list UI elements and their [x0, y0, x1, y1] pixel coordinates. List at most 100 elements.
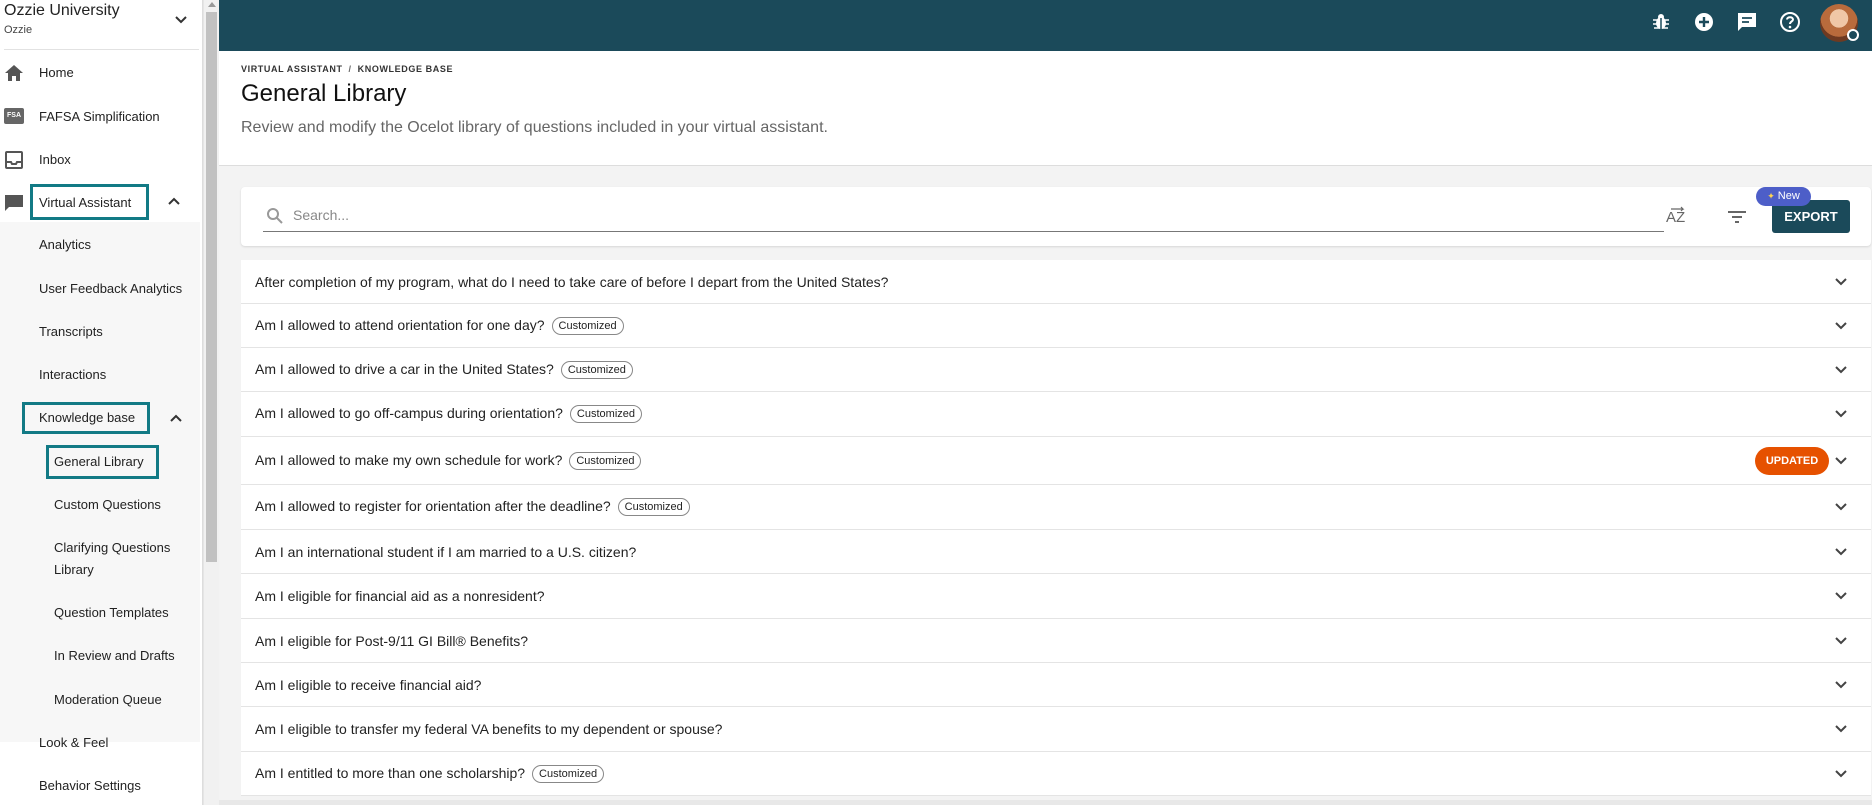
chevron-down-icon	[175, 16, 187, 24]
search-field[interactable]	[263, 199, 1664, 232]
sidebar-scroll-thumb[interactable]	[206, 12, 217, 562]
question-text: After completion of my program, what do …	[255, 274, 888, 290]
scroll-up-arrow[interactable]	[208, 2, 216, 7]
question-row[interactable]: Am I eligible for financial aid as a non…	[241, 574, 1871, 619]
customized-badge: Customized	[617, 498, 690, 516]
question-label: Am I allowed to drive a car in the Unite…	[255, 360, 554, 377]
page-description: Review and modify the Ocelot library of …	[241, 119, 828, 136]
breadcrumb-virtual-assistant[interactable]: VIRTUAL ASSISTANT	[241, 64, 343, 74]
chevron-down-icon[interactable]	[1835, 456, 1847, 465]
question-text: Am I eligible for financial aid as a non…	[255, 588, 545, 604]
question-text: Am I entitled to more than one scholarsh…	[255, 764, 605, 783]
question-label: Am I eligible for financial aid as a non…	[255, 588, 545, 604]
help-icon[interactable]	[1779, 11, 1801, 33]
sidebar-scrollbar[interactable]	[203, 0, 219, 805]
nav-look-feel[interactable]: Look & Feel	[39, 732, 108, 754]
nav-custom-questions[interactable]: Custom Questions	[54, 494, 161, 516]
nav-fafsa[interactable]: FSA FAFSA Simplification	[0, 99, 200, 133]
sort-az-button[interactable]: AZ	[1665, 204, 1693, 228]
question-row[interactable]: Am I allowed to drive a car in the Unite…	[241, 348, 1871, 392]
breadcrumb: VIRTUAL ASSISTANT / KNOWLEDGE BASE	[241, 64, 453, 74]
sort-az-icon: AZ	[1666, 206, 1685, 226]
nav-behavior-settings[interactable]: Behavior Settings	[39, 775, 141, 797]
chevron-down-icon[interactable]	[1835, 592, 1847, 600]
chevron-down-icon[interactable]	[1835, 547, 1847, 556]
question-label: After completion of my program, what do …	[255, 273, 889, 290]
question-label: Am I eligible for Post-9/11 GI Bill® Ben…	[255, 632, 529, 649]
chevron-down-icon[interactable]	[1835, 680, 1847, 689]
page-header: VIRTUAL ASSISTANT / KNOWLEDGE BASE General…	[219, 51, 1872, 166]
inbox-icon	[5, 151, 23, 169]
question-label: Am I allowed to make my own schedule for…	[255, 451, 563, 468]
chevron-down-icon[interactable]	[1835, 365, 1847, 374]
new-badge-label: New	[1777, 190, 1800, 202]
nav-transcripts[interactable]: Transcripts	[39, 321, 103, 343]
filter-button[interactable]	[1725, 207, 1749, 227]
nav-clarifying-questions[interactable]: Clarifying Questions Library	[54, 537, 170, 581]
question-row[interactable]: After completion of my program, what do …	[241, 260, 1871, 304]
nav-home[interactable]: Home	[0, 55, 200, 89]
question-text: Am I allowed to make my own schedule for…	[255, 451, 642, 470]
search-input[interactable]	[293, 203, 1593, 227]
search-icon	[267, 208, 283, 224]
question-row[interactable]: Am I allowed to go off-campus during ori…	[241, 392, 1871, 437]
updated-badge: UPDATED	[1755, 446, 1829, 475]
question-text: Am I an international student if I am ma…	[255, 544, 636, 560]
sparkle-icon: ✦	[1767, 191, 1775, 201]
customized-badge: Customized	[569, 405, 642, 423]
chat-icon	[5, 195, 23, 211]
breadcrumb-knowledge-base[interactable]: KNOWLEDGE BASE	[358, 64, 453, 74]
nav-moderation-queue[interactable]: Moderation Queue	[54, 689, 162, 711]
nav-interactions[interactable]: Interactions	[39, 364, 106, 386]
nav-inbox-label: Inbox	[39, 151, 71, 167]
nav-home-label: Home	[39, 64, 74, 80]
highlight-general-library	[46, 445, 159, 479]
org-name: Ozzie University	[4, 2, 120, 19]
question-row[interactable]: Am I eligible for Post-9/11 GI Bill® Ben…	[241, 619, 1871, 663]
question-label: Am I eligible to receive financial aid?	[255, 676, 482, 693]
horizontal-scrollbar[interactable]	[219, 800, 1872, 805]
nav-user-feedback-analytics[interactable]: User Feedback Analytics	[39, 278, 182, 300]
question-text: Am I eligible to receive financial aid?	[255, 677, 481, 693]
highlight-knowledge-base	[22, 402, 150, 434]
question-text: Am I allowed to register for orientation…	[255, 498, 690, 516]
question-list: After completion of my program, what do …	[241, 260, 1871, 796]
chevron-down-icon[interactable]	[1835, 277, 1847, 286]
chevron-up-icon	[170, 414, 182, 422]
org-sub: Ozzie	[4, 24, 33, 36]
org-switcher[interactable]: Ozzie University Ozzie	[4, 2, 199, 50]
nav-inbox[interactable]: Inbox	[0, 142, 200, 176]
chevron-down-icon[interactable]	[1835, 321, 1847, 330]
breadcrumb-separator: /	[348, 64, 352, 74]
message-icon[interactable]	[1736, 11, 1758, 33]
chevron-down-icon[interactable]	[1835, 503, 1847, 511]
question-text: Am I allowed to go off-campus during ori…	[255, 405, 642, 423]
page-title: General Library	[241, 80, 407, 107]
add-circle-icon[interactable]	[1693, 11, 1715, 33]
nav-clarifying-line-2: Library	[54, 562, 94, 577]
customized-badge: Customized	[569, 451, 642, 470]
question-text: Am I eligible to transfer my federal VA …	[255, 721, 722, 737]
question-label: Am I allowed to go off-campus during ori…	[255, 405, 563, 421]
question-label: Am I entitled to more than one scholarsh…	[255, 764, 526, 781]
question-row[interactable]: Am I an international student if I am ma…	[241, 530, 1871, 574]
question-row[interactable]: Am I eligible to receive financial aid?	[241, 663, 1871, 707]
nav-clarifying-line-1: Clarifying Questions	[54, 540, 171, 555]
question-row[interactable]: Am I allowed to make my own schedule for…	[241, 437, 1871, 485]
chevron-down-icon[interactable]	[1835, 636, 1847, 645]
search-toolbar: AZ EXPORT ✦ New	[241, 187, 1871, 246]
chevron-down-icon[interactable]	[1835, 725, 1847, 733]
nav-analytics[interactable]: Analytics	[39, 234, 91, 256]
question-label: Am I eligible to transfer my federal VA …	[255, 721, 723, 737]
question-row[interactable]: Am I entitled to more than one scholarsh…	[241, 752, 1871, 796]
question-row[interactable]: Am I allowed to register for orientation…	[241, 485, 1871, 530]
nav-question-templates[interactable]: Question Templates	[54, 602, 169, 624]
bug-icon[interactable]	[1650, 11, 1672, 33]
chevron-down-icon[interactable]	[1835, 410, 1847, 418]
chevron-up-icon	[168, 197, 180, 205]
chevron-down-icon[interactable]	[1835, 769, 1847, 778]
nav-in-review-drafts[interactable]: In Review and Drafts	[54, 645, 175, 667]
question-row[interactable]: Am I allowed to attend orientation for o…	[241, 304, 1871, 348]
question-label: Am I allowed to register for orientation…	[255, 498, 611, 514]
question-row[interactable]: Am I eligible to transfer my federal VA …	[241, 707, 1871, 752]
